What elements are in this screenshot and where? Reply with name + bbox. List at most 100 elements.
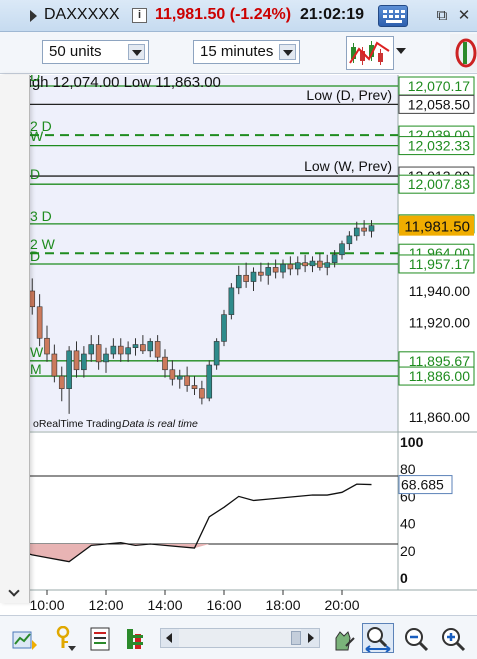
price-tick-label: 11,920.00	[409, 315, 470, 331]
chart-area[interactable]: 12,070.17 12,058.50 12,039.00 12,032.33 12,0…	[0, 75, 477, 615]
candle-body	[346, 235, 353, 245]
candle-body	[110, 345, 117, 355]
left-mark: 3 D	[30, 208, 52, 224]
candle-body	[191, 385, 198, 389]
indicator-tick-label: 40	[400, 516, 416, 532]
candle-body	[250, 271, 257, 282]
collapsed-left-panel[interactable]	[0, 75, 30, 603]
time-tick-label: 20:00	[324, 597, 359, 613]
indicator-tick-label: 20	[400, 543, 416, 559]
last-price: 11,981.50 (-1.24%)	[155, 6, 292, 23]
drawing-tool-icon[interactable]	[450, 34, 477, 72]
time-tick-label: 16:00	[206, 597, 241, 613]
candle-body	[81, 353, 87, 371]
window-titlebar: DAXXXXX i 11,981.50 (-1.24%) 21:02:19 ⧉ …	[0, 0, 477, 32]
left-mark: D	[30, 166, 40, 182]
candle-body	[339, 243, 345, 256]
chevron-down-icon[interactable]	[128, 44, 145, 60]
candle-body	[162, 356, 168, 371]
indicator-tick-label: 80	[400, 461, 416, 477]
units-select-value: 50 units	[49, 43, 102, 60]
candle-body	[95, 344, 102, 363]
zoom-out-icon[interactable]	[403, 626, 429, 652]
level-price-label: 12,032.33	[408, 138, 470, 154]
candle-body	[51, 353, 58, 377]
chart-add-icon[interactable]	[10, 626, 37, 652]
units-select[interactable]: 50 units	[42, 40, 149, 64]
level-price-label: 11,957.17	[409, 256, 470, 272]
candle-body	[147, 341, 154, 352]
candle-body	[44, 337, 50, 355]
chevron-down-icon[interactable]	[279, 44, 296, 60]
instrument-symbol: DAXXXXX	[44, 6, 120, 23]
candle-body	[302, 262, 308, 267]
chevron-down-icon[interactable]	[396, 48, 406, 54]
indicator-value-label: 68.685	[401, 477, 444, 493]
hand-pan-icon[interactable]	[330, 626, 356, 652]
chevron-down-icon[interactable]	[8, 585, 20, 597]
zoom-fit-icon[interactable]	[362, 623, 394, 653]
candle-body	[368, 225, 375, 232]
candle-body	[235, 274, 242, 289]
time-tick-label: 18:00	[265, 597, 300, 613]
time-scrollbar[interactable]	[160, 628, 320, 648]
candle-body	[294, 262, 301, 270]
candle-body	[117, 345, 124, 355]
candle-body	[132, 344, 139, 349]
close-icon[interactable]: ✕	[454, 6, 474, 26]
candle-body	[228, 287, 235, 315]
chart-type-icon[interactable]	[346, 36, 394, 70]
left-mark: W	[30, 344, 44, 360]
price-tick-label: 11,860.00	[409, 409, 470, 425]
candle-body	[331, 254, 338, 263]
scroll-thumb[interactable]	[291, 631, 301, 645]
scroll-right-icon[interactable]	[301, 629, 319, 647]
candle-body	[103, 353, 109, 363]
candle-body	[265, 267, 272, 276]
candle-body	[184, 375, 190, 386]
candle-body	[317, 260, 323, 268]
left-mark: D	[30, 248, 40, 264]
candle-body	[361, 227, 367, 232]
level-label-low-w: Low (W, Prev)	[304, 158, 392, 174]
data-source-label: oRealTime Trading	[33, 418, 121, 430]
data-status-label: Data is real time	[122, 418, 198, 430]
left-mark: D	[30, 75, 40, 84]
caret-right-icon[interactable]	[30, 10, 37, 22]
candle-body	[29, 290, 36, 308]
indicator-panel	[0, 433, 398, 590]
indicator-tick-label: 0	[400, 570, 408, 586]
price-tick-label: 11,940.00	[409, 283, 470, 299]
level-price-label: 12,007.83	[408, 176, 470, 192]
time-tick-label: 12:00	[88, 597, 123, 613]
candle-body	[58, 375, 65, 389]
level-price-label: 11,895.67	[409, 353, 470, 369]
scroll-left-icon[interactable]	[161, 629, 179, 647]
candle-body	[206, 364, 213, 399]
candle-body	[199, 388, 205, 399]
candle-body	[66, 350, 72, 389]
alert-bell-icon[interactable]	[52, 625, 78, 652]
candle-body	[272, 267, 279, 273]
order-book-icon[interactable]	[88, 626, 114, 652]
keyboard-icon[interactable]	[378, 5, 408, 27]
candle-body	[280, 263, 286, 273]
bottom-toolbar	[0, 615, 477, 659]
indicator-tick-label: 100	[400, 434, 424, 450]
left-mark: W	[30, 128, 44, 144]
timeframe-select-value: 15 minutes	[200, 43, 274, 60]
level-price-label: 12,070.17	[408, 78, 470, 94]
time-tick-label: 10:00	[29, 597, 64, 613]
restore-icon[interactable]: ⧉	[432, 6, 452, 26]
timeframe-select[interactable]: 15 minutes	[193, 40, 300, 64]
candle-body	[221, 314, 227, 342]
candle-body	[169, 369, 176, 380]
zoom-in-icon[interactable]	[440, 626, 466, 652]
indicators-icon[interactable]	[124, 626, 150, 652]
current-price-label: 11,981.50	[404, 219, 470, 236]
candle-body	[243, 274, 249, 282]
price-chart[interactable]: 12,070.1712,058.5012,039.0012,032.3312,0…	[0, 75, 477, 615]
info-icon[interactable]: i	[132, 8, 147, 23]
candle-body	[140, 344, 146, 352]
candle-body	[73, 350, 80, 371]
